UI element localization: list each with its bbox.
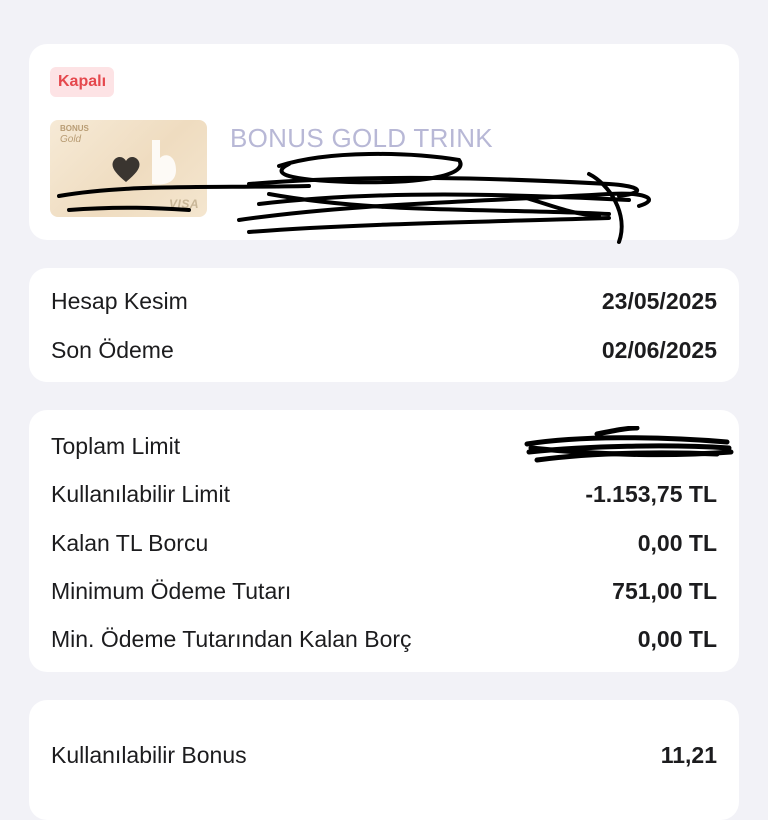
due-date-value: 02/06/2025 bbox=[601, 336, 717, 363]
visa-logo: VISA bbox=[168, 197, 199, 211]
card-brand-text: BONUS bbox=[60, 124, 89, 133]
available-bonus-value: 11,21 bbox=[660, 741, 717, 768]
min-payment-label: Minimum Ödeme Tutarı bbox=[51, 577, 292, 604]
available-limit-value: -1.153,75 TL bbox=[585, 480, 717, 507]
redaction-scribble bbox=[524, 426, 734, 463]
min-payment-row: Minimum Ödeme Tutarı 751,00 TL bbox=[51, 574, 717, 608]
account-card[interactable]: Kapalı BONUS Gold VISA BONUS GOLD TRINK bbox=[29, 44, 739, 244]
statement-date-label: Hesap Kesim bbox=[51, 287, 188, 314]
b-logo-icon bbox=[152, 140, 176, 185]
credit-card-image: BONUS Gold VISA bbox=[50, 120, 207, 217]
bonus-card: Kullanılabilir Bonus 11,21 bbox=[29, 700, 739, 820]
min-payment-value: 751,00 TL bbox=[612, 577, 717, 604]
heart-logo-icon bbox=[112, 157, 140, 182]
card-tier-text: Gold bbox=[60, 134, 82, 145]
status-badge: Kapalı bbox=[50, 67, 115, 97]
remaining-debt-value: 0,00 TL bbox=[637, 529, 717, 556]
min-remaining-label: Min. Ödeme Tutarından Kalan Borç bbox=[51, 625, 412, 652]
remaining-debt-row: Kalan TL Borcu 0,00 TL bbox=[51, 526, 717, 560]
card-name: BONUS GOLD TRINK bbox=[230, 123, 493, 153]
due-date-row: Son Ödeme 02/06/2025 bbox=[51, 333, 717, 367]
due-date-label: Son Ödeme bbox=[51, 336, 174, 363]
available-limit-label: Kullanılabilir Limit bbox=[51, 480, 230, 507]
statement-date-value: 23/05/2025 bbox=[601, 287, 717, 314]
total-limit-row: Toplam Limit bbox=[51, 426, 734, 463]
total-limit-label: Toplam Limit bbox=[51, 432, 181, 459]
available-bonus-row: Kullanılabilir Bonus 11,21 bbox=[51, 738, 717, 772]
dates-card: Hesap Kesim 23/05/2025 Son Ödeme 02/06/2… bbox=[29, 268, 739, 382]
min-remaining-value: 0,00 TL bbox=[637, 625, 717, 652]
min-remaining-row: Min. Ödeme Tutarından Kalan Borç 0,00 TL bbox=[51, 622, 717, 656]
remaining-debt-label: Kalan TL Borcu bbox=[51, 529, 209, 556]
limits-card: Toplam Limit Kullanılabilir Limit -1.153… bbox=[29, 410, 739, 672]
available-bonus-label: Kullanılabilir Bonus bbox=[51, 741, 247, 768]
statement-date-row: Hesap Kesim 23/05/2025 bbox=[51, 284, 717, 318]
available-limit-row: Kullanılabilir Limit -1.153,75 TL bbox=[51, 477, 717, 511]
